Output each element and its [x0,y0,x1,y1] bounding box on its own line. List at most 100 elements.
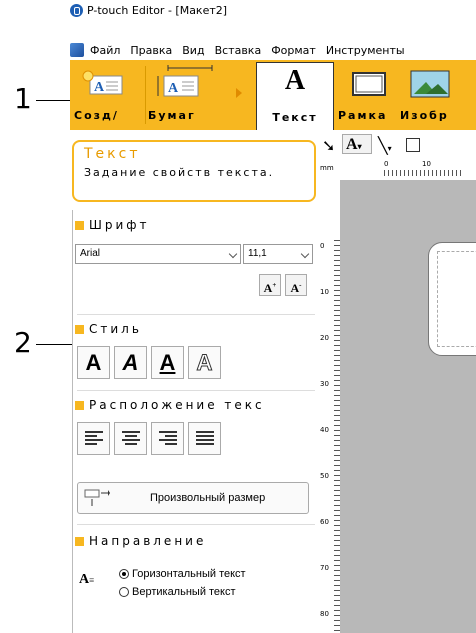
menu-bar: Файл Правка Вид Вставка Формат Инструмен… [70,40,476,60]
section-marker-icon [75,324,84,334]
bold-button[interactable]: A [77,346,110,379]
ruler-mark: 70 [320,564,329,572]
text-direction-icon: A≡ [79,572,95,587]
section-marker-icon [75,400,84,410]
chevron-down-icon [300,249,310,259]
draw-toolbar: ➘ A▾ ╲▾ [318,130,476,158]
title-bar: P-touch Editor - [Макет2] [70,0,476,20]
underline-button[interactable]: A [151,346,184,379]
ruler-mark: 60 [320,518,329,526]
radio-dot [119,587,129,597]
align-buttons [77,422,317,456]
align-right-icon [159,431,177,447]
menu-file[interactable]: Файл [90,44,120,57]
ruler-mark: 30 [320,380,329,388]
ruler-horizontal: mm 0 10 [318,160,476,181]
style-heading: Стиль [89,322,142,336]
tab-text[interactable]: A Текст [256,62,334,130]
radio-horizontal-label: Горизонтальный текст [132,568,246,580]
divider [77,390,315,391]
properties-header: Текст Задание свойств текста. [72,140,316,202]
radio-dot [119,569,129,579]
line-tool-icon[interactable]: ╲▾ [378,136,392,155]
style-buttons: A A A A [77,346,317,380]
italic-button[interactable]: A [114,346,147,379]
align-left-button[interactable] [77,422,110,455]
font-family-select[interactable]: Arial [75,244,241,264]
menu-edit[interactable]: Правка [130,44,172,57]
align-left-icon [85,431,103,447]
layout-heading: Расположение текс [89,398,265,412]
ruler-mark: 20 [320,334,329,342]
select-arrow-icon[interactable]: ➘ [322,136,335,155]
ruler-mark: 80 [320,610,329,618]
text-tool-button[interactable]: A▾ [342,134,372,154]
direction-heading: Направление [89,534,207,548]
layout-canvas[interactable] [340,180,476,633]
align-right-button[interactable] [151,422,184,455]
free-size-icon [84,489,110,507]
toolbar-divider [145,66,146,124]
menu-format[interactable]: Формат [271,44,316,57]
tab-image[interactable]: Изобр [400,62,476,126]
menu-view[interactable]: Вид [182,44,204,57]
ruler-mark: 10 [320,288,329,296]
free-size-label: Произвольный размер [150,492,266,504]
section-font: Шрифт [75,218,150,232]
tab-frame[interactable]: Рамка [338,62,398,126]
font-size-value: 11,1 [248,248,267,259]
ruler-unit: mm [320,164,334,172]
font-size-select[interactable]: 11,1 [243,244,313,264]
section-direction: Направление [75,534,206,548]
svg-text:A: A [94,80,105,95]
font-family-value: Arial [80,248,101,259]
shape-tool-icon[interactable] [406,138,420,152]
align-center-button[interactable] [114,422,147,455]
image-icon [410,70,450,98]
ruler-mark: 0 [320,242,325,250]
paper-size-icon: A [154,64,214,98]
new-layout-icon: A [80,70,124,96]
section-marker-icon [75,536,84,546]
frame-icon [352,72,386,96]
font-grow-button[interactable]: A+ [259,274,281,296]
properties-panel: Шрифт Arial 11,1 A+ A- Стиль A A A A Рас… [72,210,320,633]
panel-description: Задание свойств текста. [84,166,275,179]
tab-text-label: Текст [272,111,318,124]
chevron-down-icon [228,249,238,259]
mode-toolbar: A Созд/ A Бумаг A Текст Рамка Изобр [70,60,476,130]
ruler-vertical: 0 10 20 30 40 50 60 70 80 [318,180,341,633]
font-shrink-button[interactable]: A- [285,274,307,296]
document-menu-icon[interactable] [70,43,84,57]
callout-1: 1 [14,82,32,115]
radio-vertical[interactable]: Вертикальный текст [119,586,236,598]
label-preview[interactable] [428,242,476,356]
free-size-button[interactable]: Произвольный размер [77,482,309,514]
ruler-mark: 0 [384,160,389,168]
menu-insert[interactable]: Вставка [215,44,262,57]
align-justify-icon [196,431,214,447]
print-area [437,251,476,347]
text-icon: A [284,65,306,96]
section-style: Стиль [75,322,142,336]
tab-paper[interactable]: A Бумаг [148,62,220,126]
toolbar-arrow-icon [236,88,242,98]
tab-frame-label: Рамка [338,109,388,122]
callout-2: 2 [14,326,32,359]
section-text-layout: Расположение текс [75,398,265,412]
panel-title: Текст [84,146,141,162]
divider [77,314,315,315]
radio-horizontal[interactable]: Горизонтальный текст [119,568,246,580]
callout-2-line [36,344,72,345]
tab-create[interactable]: A Созд/ [74,62,142,126]
tab-create-label: Созд/ [74,109,119,122]
section-marker-icon [75,220,84,230]
tab-image-label: Изобр [400,109,449,122]
align-justify-button[interactable] [188,422,221,455]
align-center-icon [122,431,140,447]
window-title: P-touch Editor - [Макет2] [87,3,228,17]
menu-tools[interactable]: Инструменты [326,44,405,57]
text-effect-button[interactable]: A [188,346,221,379]
divider [77,524,315,525]
tab-paper-label: Бумаг [148,109,196,122]
